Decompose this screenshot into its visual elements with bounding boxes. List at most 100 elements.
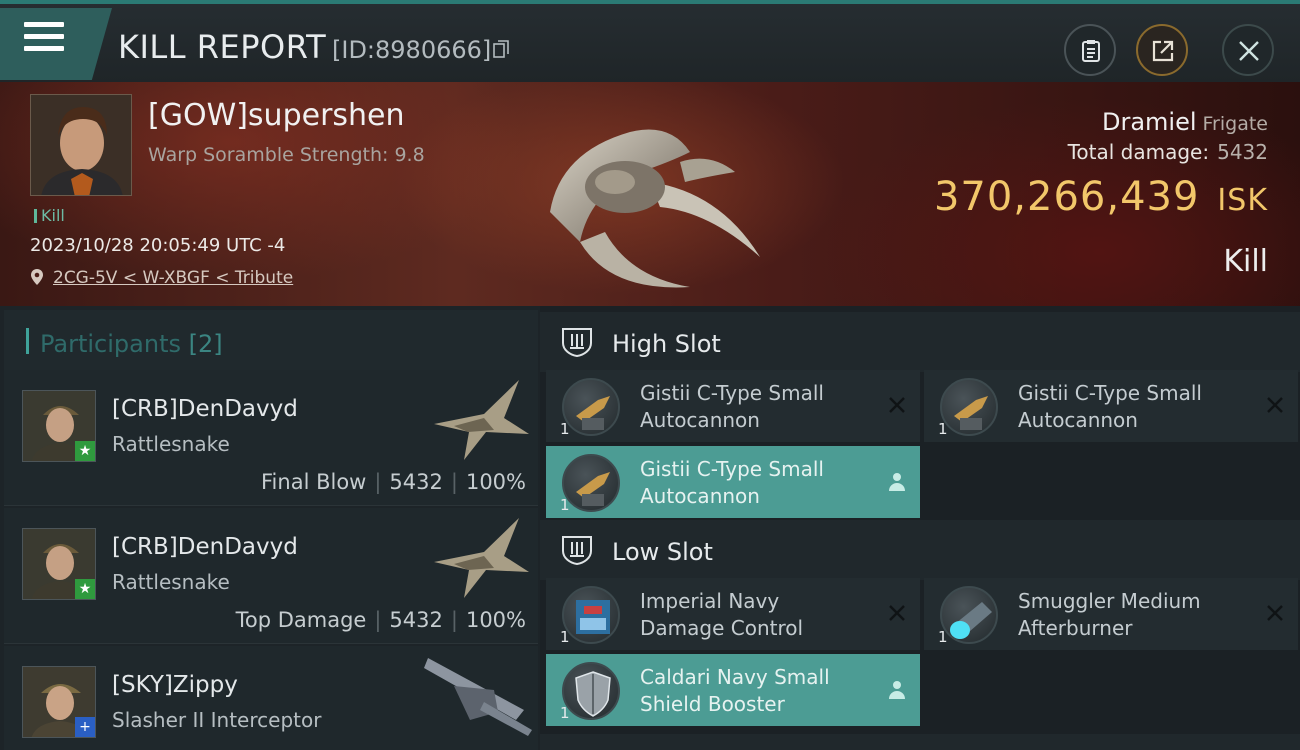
victim-name: [GOW]supershen — [148, 98, 405, 133]
destroyed-icon — [1267, 397, 1283, 413]
destroyed-icon — [889, 605, 905, 621]
module-quantity: 1 — [560, 420, 570, 438]
participant-stats: Final Blow | 5432 | 100% — [261, 470, 526, 494]
module-item[interactable]: 1 Gistii C-Type Small Autocannon — [924, 370, 1298, 442]
total-damage-label: Total damage: — [1067, 140, 1210, 164]
module-name: Gistii C-Type Small Autocannon — [640, 381, 824, 432]
high-slot-icon — [562, 328, 592, 358]
participant-damage: 5432 — [389, 470, 443, 494]
participants-count: [2] — [188, 330, 223, 358]
participant-row[interactable]: ★ [CRB]DenDavyd Rattlesnake Top Damage | 5… — [4, 508, 538, 644]
module-item[interactable]: 1 Smuggler Medium Afterburner — [924, 578, 1298, 650]
afterburner-icon — [940, 586, 998, 644]
kill-result: Kill — [1223, 244, 1268, 279]
victim-banner: [GOW]supershen Warp Soramble Strength: 9… — [0, 82, 1300, 306]
participant-ship: Slasher II Interceptor — [112, 708, 322, 732]
participant-row[interactable]: ★ [CRB]DenDavyd Rattlesnake Final Blow | 5… — [4, 370, 538, 506]
mid-slot-header — [540, 734, 1300, 750]
participant-role: Final Blow — [261, 470, 367, 494]
victim-ship-line: Dramiel Frigate — [1102, 108, 1268, 136]
dropped-icon — [889, 681, 905, 699]
module-quantity: 1 — [560, 628, 570, 646]
participants-title: Participants [2] — [40, 330, 223, 358]
participant-avatar: ★ — [22, 390, 96, 462]
low-slot-title: Low Slot — [612, 538, 713, 566]
top-bar: KILL REPORT [ID:8980666] — [0, 0, 1300, 82]
module-quantity: 1 — [938, 420, 948, 438]
copy-icon[interactable] — [493, 40, 509, 58]
participant-ship: Rattlesnake — [112, 432, 230, 456]
kill-report-screen: KILL REPORT [ID:8980666] [GOW]supershen … — [0, 0, 1300, 750]
isk-value: 370,266,439 — [933, 174, 1200, 220]
plus-badge-icon: + — [75, 717, 95, 737]
participant-name: [CRB]DenDavyd — [112, 534, 298, 560]
dropped-icon — [889, 473, 905, 491]
clipboard-button[interactable] — [1064, 24, 1116, 76]
module-item[interactable]: 1 Gistii C-Type Small Autocannon — [546, 370, 920, 442]
module-item[interactable]: 1 Caldari Navy Small Shield Booster — [546, 654, 920, 726]
total-damage-line: Total damage: 5432 — [1068, 140, 1268, 164]
warp-scramble-strength: Warp Soramble Strength: 9.8 — [148, 144, 425, 166]
autocannon-icon — [940, 378, 998, 436]
close-icon — [1239, 41, 1259, 61]
total-damage-value: 5432 — [1217, 140, 1268, 164]
participant-role: Top Damage — [235, 608, 367, 632]
victim-ship-class: Frigate — [1202, 113, 1268, 135]
participant-ship-image — [434, 518, 529, 598]
high-slot-header: High Slot — [540, 312, 1300, 372]
victim-ship-image — [550, 129, 760, 288]
participants-header: Participants [2] — [4, 310, 538, 372]
module-name: Imperial Navy Damage Control — [640, 589, 804, 640]
star-badge-icon: ★ — [75, 579, 95, 599]
module-name: Gistii C-Type Small Autocannon — [1018, 381, 1202, 432]
isk-value-line: 370,266,439 ISK — [934, 174, 1268, 220]
fitting-panel: High Slot 1 Gistii C-Type Small Autocanno… — [540, 306, 1300, 750]
participant-ship-image — [424, 658, 532, 736]
module-name: Gistii C-Type Small Autocannon — [640, 457, 824, 508]
participant-stats: Top Damage | 5432 | 100% — [235, 608, 526, 632]
autocannon-icon — [562, 378, 620, 436]
destroyed-icon — [889, 397, 905, 413]
participant-ship-image — [434, 380, 529, 460]
kill-location-link[interactable]: 2CG-5V < W-XBGF < Tribute — [53, 268, 293, 288]
location-pin-icon — [31, 269, 43, 285]
participant-damage: 5432 — [389, 608, 443, 632]
module-item[interactable]: 1 Imperial Navy Damage Control — [546, 578, 920, 650]
destroyed-icon — [1267, 605, 1283, 621]
participants-title-text: Participants — [40, 330, 181, 358]
participant-row[interactable]: + [SKY]Zippy Slasher II Interceptor — [4, 646, 538, 750]
autocannon-icon — [562, 454, 620, 512]
participant-name: [SKY]Zippy — [112, 672, 238, 698]
participant-name: [CRB]DenDavyd — [112, 396, 298, 422]
module-quantity: 1 — [938, 628, 948, 646]
share-icon — [1152, 40, 1174, 62]
menu-icon[interactable] — [24, 22, 64, 56]
star-badge-icon: ★ — [75, 441, 95, 461]
participant-ship: Rattlesnake — [112, 570, 230, 594]
participant-avatar: ★ — [22, 528, 96, 600]
clipboard-icon — [1082, 40, 1100, 62]
kill-datetime: 2023/10/28 20:05:49 UTC -4 — [30, 235, 286, 256]
damage-control-icon — [562, 586, 620, 644]
kill-tag: Kill — [34, 206, 65, 225]
module-item[interactable]: 1 Gistii C-Type Small Autocannon — [546, 446, 920, 518]
isk-unit: ISK — [1217, 183, 1268, 218]
low-slot-header: Low Slot — [540, 520, 1300, 580]
share-button[interactable] — [1136, 24, 1188, 76]
module-name: Caldari Navy Small Shield Booster — [640, 665, 830, 716]
shield-booster-icon — [562, 662, 620, 720]
module-quantity: 1 — [560, 704, 570, 722]
participant-percent: 100% — [465, 470, 526, 494]
module-quantity: 1 — [560, 496, 570, 514]
participant-avatar: + — [22, 666, 96, 738]
page-title: KILL REPORT — [118, 28, 327, 66]
module-name: Smuggler Medium Afterburner — [1018, 589, 1201, 640]
participants-panel: Participants [2] ★ [CRB]DenDavyd Rattles… — [0, 306, 540, 750]
low-slot-icon — [562, 536, 592, 566]
victim-portrait[interactable] — [30, 94, 132, 196]
high-slot-title: High Slot — [612, 330, 721, 358]
kill-id: [ID:8980666] — [332, 36, 492, 64]
victim-ship-name: Dramiel — [1101, 108, 1197, 136]
participant-percent: 100% — [465, 608, 526, 632]
close-button[interactable] — [1222, 24, 1274, 76]
